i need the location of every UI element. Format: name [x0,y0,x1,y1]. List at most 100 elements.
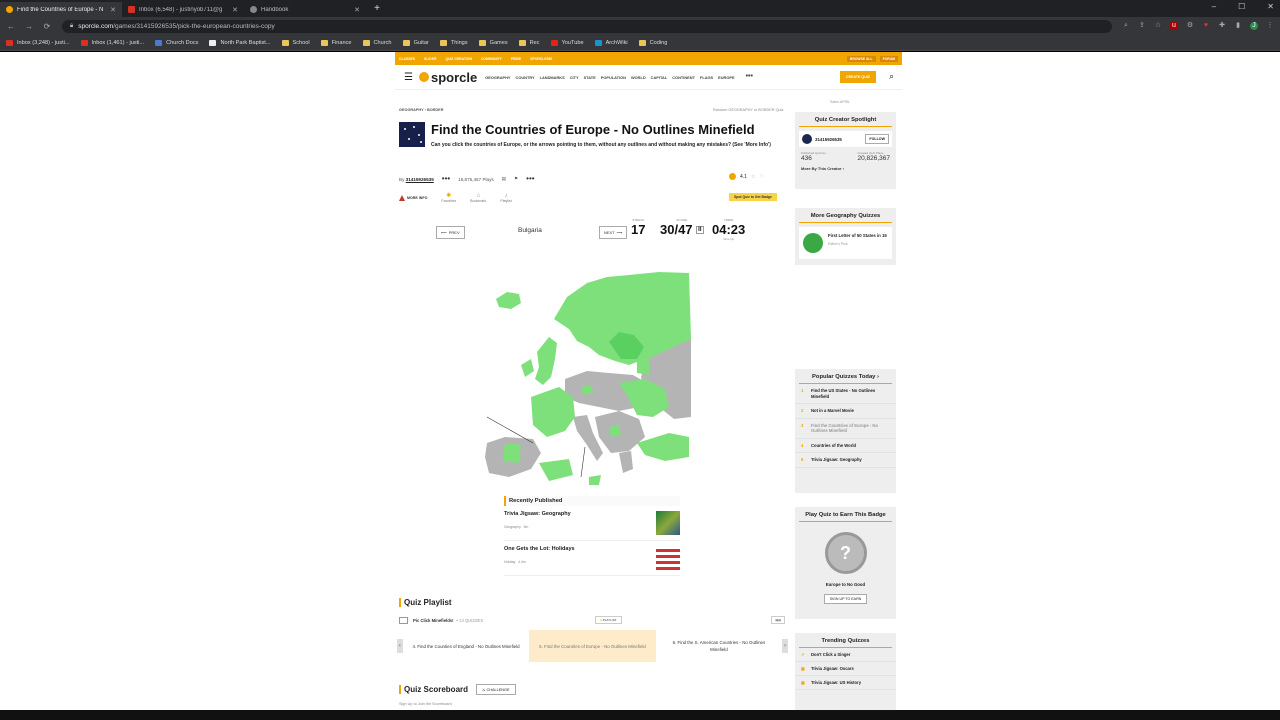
bookmark-3[interactable]: North Park Baptist... [209,39,271,46]
promo-item[interactable]: COMMUNITY [481,57,502,61]
back-icon[interactable]: ← [4,22,18,31]
europe-map[interactable] [469,247,716,492]
sidepanel-icon[interactable]: ▮ [1234,22,1242,30]
forum-button[interactable]: FORUM [879,55,898,62]
share-icon[interactable]: ⇪ [1138,22,1146,30]
list-item[interactable]: ▦ Trivia Jigsaw: Oscars [795,662,896,676]
promo-item[interactable]: SLIDER [424,57,436,61]
nav-item-flags[interactable]: FLAGS [700,75,713,80]
promo-item[interactable]: SPORCLE360 [530,57,552,61]
more-info-button[interactable]: MORE INFO [399,194,427,201]
tab-sporcle[interactable]: Find the Countries of Europe - N ✕ [0,2,122,17]
quiz-title[interactable]: Countries of the World [811,443,856,449]
quiz-map[interactable] [469,247,716,492]
sign-up-button[interactable]: SIGN UP TO EARN [823,594,868,604]
list-item[interactable]: 1 Find the US States - No Outlines Minefi… [795,384,896,404]
quiz-title[interactable]: Not in a Marvel Movie [811,408,854,414]
bookmark-button[interactable]: ⌂ Bookmark [470,193,486,203]
random-quiz-link[interactable]: Random GEOGRAPHY or BORDER Quiz [713,108,783,112]
browse-all-button[interactable]: BROWSE ALL [846,55,876,62]
list-item[interactable]: 5 Trivia Jigsaw: Geography [795,453,896,468]
quiz-title[interactable]: Find the US States - No Outlines Minefie… [811,388,890,399]
list-item[interactable]: 2 Not in a Marvel Movie [795,404,896,419]
list-item[interactable]: One Gets the Lot: Holidays Holiday 4.4m [504,541,680,576]
favorite-button[interactable]: ✺ Favorites [441,192,456,203]
star-icon[interactable]: ☆ [1154,22,1162,30]
bookmark-2[interactable]: Church Docs [155,39,198,46]
promo-item[interactable]: CLASSES [399,57,415,61]
bookmark-12[interactable]: ArchWiki [594,39,628,46]
bookmark-icon[interactable]: ⚑ [514,176,518,182]
nav-item-population[interactable]: POPULATION [601,75,626,80]
badge-chip[interactable]: Spot Quiz to Get Badge [729,193,777,201]
tab-gmail[interactable]: Inbox (6,548) - justinyob711@g ✕ [122,2,244,17]
nav-item-capital[interactable]: CAPITAL [651,75,668,80]
more-options-icon[interactable]: ••• [526,175,534,183]
sporcle-logo[interactable]: sporcle [418,70,477,85]
quiz-title[interactable]: Trivia Jigsaw: Geography [504,511,571,517]
playlist-card[interactable]: 4. Find the Counties of England - No Out… [403,630,529,662]
close-icon[interactable]: ✕ [110,6,116,14]
nav-item-geography[interactable]: GEOGRAPHY [485,75,510,80]
quiz-title[interactable]: Trivia Jigsaw: Oscars [811,666,854,671]
playlist-menu-button[interactable]: ▤▤ [771,616,785,624]
menu-icon[interactable]: ⋮ [1266,22,1274,30]
zoom-icon[interactable]: ⌕ [1122,22,1130,30]
country-serbia[interactable] [609,425,621,437]
bookmark-5[interactable]: Finance [320,39,352,46]
follow-button[interactable]: FOLLOW [865,134,889,144]
close-window-icon[interactable]: ✕ [1267,2,1274,11]
quiz-title[interactable]: Don't Click a Singer [811,652,850,657]
list-item[interactable]: Trivia Jigsaw: Geography Geography 5m [504,506,680,541]
close-icon[interactable]: ✕ [232,6,238,14]
challenge-button[interactable]: ⚔ CHALLENGE [476,684,516,695]
playlist-button[interactable]: ♪ Playlist [500,193,511,203]
close-icon[interactable]: ✕ [354,6,360,14]
bookmark-10[interactable]: Rec [518,39,540,46]
playlist-card-current[interactable]: 5. Find the Countries of Europe - No Out… [529,630,656,662]
search-icon[interactable]: ⌕ [889,71,894,82]
bookmark-11[interactable]: YouTube [550,39,584,46]
forward-icon[interactable]: → [22,22,36,31]
creator-name[interactable]: 31415926535 [815,137,842,142]
star-rate-icon[interactable]: ☆ [751,174,755,180]
tab-handbook[interactable]: Handbook ✕ [244,2,366,17]
give-up-link[interactable]: Give Up [712,237,745,241]
playlist-options-button[interactable]: ● PLAYLIST [595,616,622,624]
nav-item-world[interactable]: WORLD [631,75,646,80]
create-quiz-button[interactable]: CREATE QUIZ [839,71,876,83]
reload-icon[interactable]: ⟳ [40,22,54,31]
bookmark-8[interactable]: Things [439,39,468,46]
prev-button[interactable]: ⟵ PREV [436,226,465,239]
comment-icon[interactable]: ▤ [502,176,506,182]
hamburger-menu-icon[interactable]: ☰ [404,72,413,83]
heart-icon[interactable]: ♥ [1202,22,1210,30]
quiz-title[interactable]: Trivia Jigsaw: Geography [811,457,862,463]
list-item[interactable]: ▦ Trivia Jigsaw: US History [795,676,896,690]
bookmark-13[interactable]: Coding [638,39,667,46]
nav-item-city[interactable]: CITY [570,75,579,80]
carousel-right-icon[interactable]: › [782,639,788,653]
playlist-name[interactable]: Pic Click Minefields! [413,618,454,623]
author-link[interactable]: 31415926535 [406,177,434,182]
promo-item[interactable]: QUIZ CREATION [445,57,472,61]
url-input[interactable]: 🔒︎ sporcle.com /games/31415926535/pick-t… [62,19,1112,33]
bookmark-6[interactable]: Church [362,39,392,46]
breadcrumb[interactable]: GEOGRAPHY › BORDER [399,108,443,112]
profile-avatar[interactable]: J [1250,22,1258,30]
puzzle-icon[interactable]: ✚ [1218,22,1226,30]
list-item[interactable]: First Letter of 50 States in 15 Editor's… [799,227,892,259]
nav-item-landmarks[interactable]: LANDMARKS [540,75,565,80]
author-menu-icon[interactable]: ••• [442,175,450,183]
avatar[interactable] [802,134,812,144]
maximize-icon[interactable]: ☐ [1238,2,1245,11]
quiz-title[interactable]: Find the Countries of Europe - No Outlin… [811,423,890,434]
nav-more-icon[interactable]: ••• [746,73,753,80]
popular-heading[interactable]: Popular Quizzes Today › [799,369,892,384]
next-button[interactable]: NEXT ⟶ [599,226,628,239]
minimize-icon[interactable]: – [1212,2,1216,11]
promo-item[interactable]: PRIDE [511,57,521,61]
thumb-icon[interactable]: ♡ [759,174,763,180]
extension-icon[interactable]: ⚙ [1186,22,1194,30]
pause-icon[interactable]: II [696,226,704,235]
